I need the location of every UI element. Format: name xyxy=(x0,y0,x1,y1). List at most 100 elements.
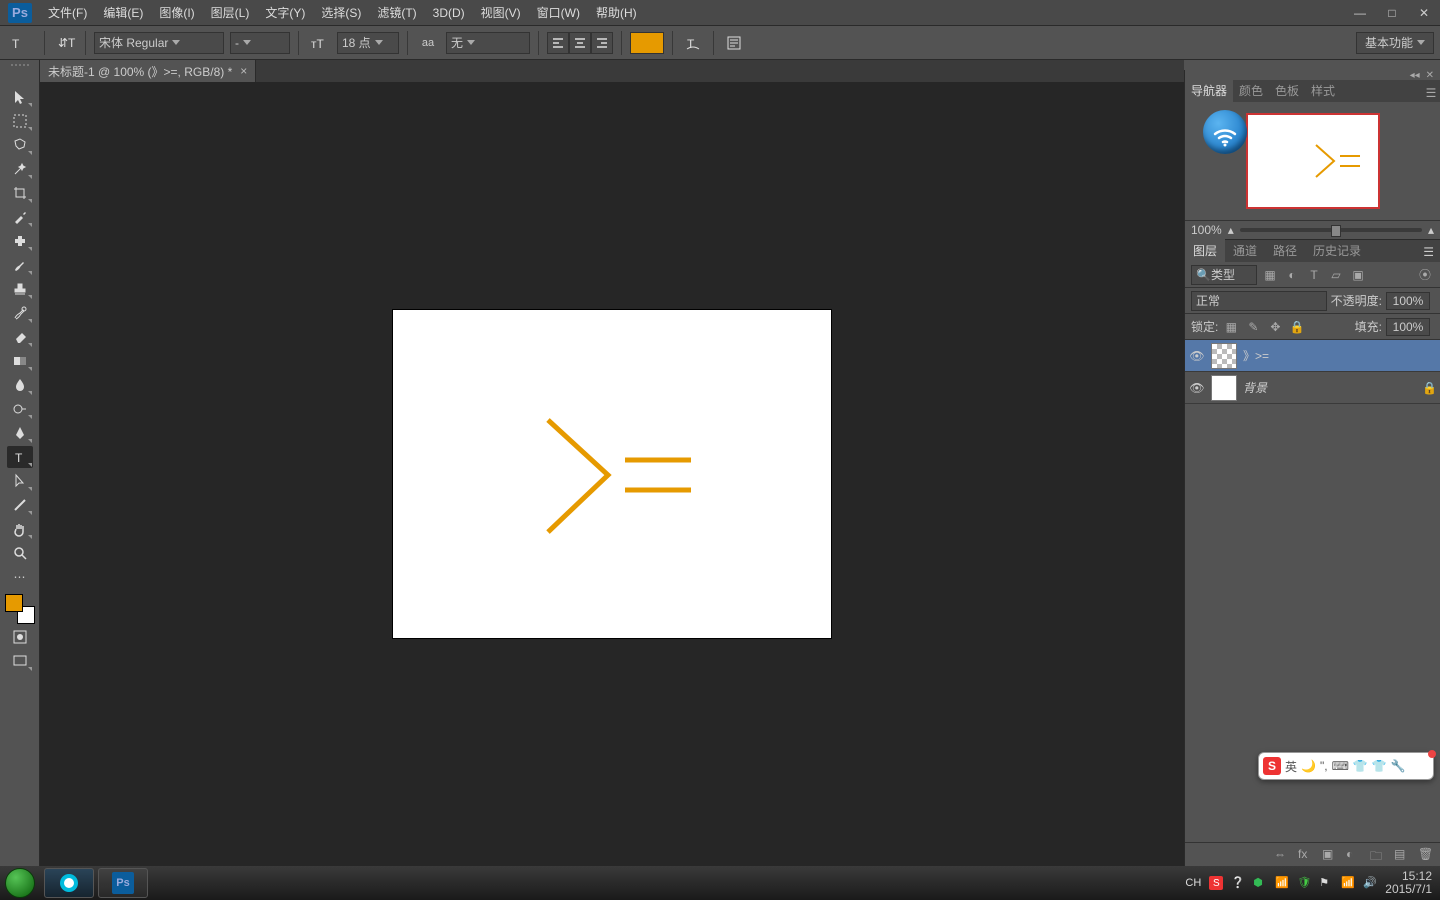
tab-paths[interactable]: 路径 xyxy=(1265,239,1305,262)
filter-adjust-icon[interactable]: ◐ xyxy=(1283,266,1301,284)
layer-item[interactable]: 👁 》>= xyxy=(1185,340,1440,372)
font-style-dropdown[interactable]: - xyxy=(230,32,290,54)
ime-logo-icon[interactable]: S xyxy=(1263,757,1281,775)
zoom-tool[interactable] xyxy=(7,542,33,564)
menu-window[interactable]: 窗口(W) xyxy=(529,0,588,26)
stamp-tool[interactable] xyxy=(7,278,33,300)
line-tool[interactable] xyxy=(7,494,33,516)
close-panel-icon[interactable]: ✕ xyxy=(1426,70,1434,81)
layer-filter-dropdown[interactable]: 🔍 类型 xyxy=(1191,265,1257,285)
navigator-preview[interactable] xyxy=(1185,102,1440,220)
lock-all-icon[interactable]: 🔒 xyxy=(1288,318,1306,336)
text-color-swatch[interactable] xyxy=(630,32,664,54)
more-tools-icon[interactable]: ⋯ xyxy=(7,566,33,588)
zoom-in-icon[interactable]: ▴ xyxy=(1428,223,1434,237)
ime-moon-icon[interactable]: 🌙 xyxy=(1301,759,1316,773)
layer-group-icon[interactable]: 🗀 xyxy=(1370,847,1386,863)
ime-toolbar[interactable]: S 英 🌙 ", ⌨ 👕 👕 🔧 xyxy=(1258,752,1434,780)
hand-tool[interactable] xyxy=(7,518,33,540)
menu-file[interactable]: 文件(F) xyxy=(40,0,95,26)
type-tool-icon[interactable]: T xyxy=(6,31,30,55)
panel-grip-icon[interactable] xyxy=(0,60,39,70)
tray-lang[interactable]: CH xyxy=(1185,877,1201,889)
align-center-button[interactable] xyxy=(569,32,591,54)
filter-type-icon[interactable]: T xyxy=(1305,266,1323,284)
foreground-color-swatch[interactable] xyxy=(5,594,23,612)
marquee-tool[interactable] xyxy=(7,110,33,132)
tab-styles[interactable]: 样式 xyxy=(1305,78,1341,102)
gradient-tool[interactable] xyxy=(7,350,33,372)
lasso-tool[interactable] xyxy=(7,134,33,156)
navigator-zoom-slider[interactable] xyxy=(1240,228,1422,232)
ime-person-icon[interactable]: 👕 xyxy=(1353,759,1368,773)
menu-3d[interactable]: 3D(D) xyxy=(425,0,473,26)
pen-tool[interactable] xyxy=(7,422,33,444)
brush-tool[interactable] xyxy=(7,254,33,276)
eyedropper-tool[interactable] xyxy=(7,206,33,228)
layer-thumbnail[interactable] xyxy=(1211,375,1237,401)
font-size-dropdown[interactable]: 18 点 xyxy=(337,32,399,54)
menu-select[interactable]: 选择(S) xyxy=(313,0,369,26)
navigator-thumb[interactable] xyxy=(1246,113,1380,209)
align-left-button[interactable] xyxy=(547,32,569,54)
tray-wifi-icon[interactable]: 📶 xyxy=(1275,876,1289,890)
type-tool[interactable]: T xyxy=(7,446,33,468)
tab-channels[interactable]: 通道 xyxy=(1225,239,1265,262)
new-layer-icon[interactable]: ▤ xyxy=(1394,847,1410,863)
panel-menu-icon[interactable]: ☰ xyxy=(1422,84,1440,102)
link-layers-icon[interactable]: ⇔ xyxy=(1274,847,1290,863)
tray-network-icon[interactable]: 📶 xyxy=(1341,876,1355,890)
layer-mask-icon[interactable]: ▣ xyxy=(1322,847,1338,863)
eraser-tool[interactable] xyxy=(7,326,33,348)
delete-layer-icon[interactable]: 🗑 xyxy=(1418,847,1434,863)
menu-filter[interactable]: 滤镜(T) xyxy=(369,0,424,26)
magic-wand-tool[interactable] xyxy=(7,158,33,180)
font-family-dropdown[interactable]: 宋体 Regular xyxy=(94,32,224,54)
filter-shape-icon[interactable]: ▱ xyxy=(1327,266,1345,284)
layer-name[interactable]: 背景 xyxy=(1243,379,1267,396)
color-swatches[interactable] xyxy=(5,594,35,624)
zoom-out-icon[interactable]: ▴ xyxy=(1228,223,1234,237)
layer-fx-icon[interactable]: fx xyxy=(1298,847,1314,863)
tray-s-icon[interactable]: S xyxy=(1209,876,1223,890)
history-brush-tool[interactable] xyxy=(7,302,33,324)
filter-pixel-icon[interactable]: ▦ xyxy=(1261,266,1279,284)
filter-toggle-icon[interactable]: ⦿ xyxy=(1416,266,1434,284)
document-tab[interactable]: 未标题-1 @ 100% (》>=, RGB/8) * × xyxy=(40,60,256,82)
tray-clock[interactable]: 15:12 2015/7/1 xyxy=(1385,870,1432,896)
filter-smart-icon[interactable]: ▣ xyxy=(1349,266,1367,284)
menu-help[interactable]: 帮助(H) xyxy=(588,0,645,26)
ime-skin-icon[interactable]: 👕 xyxy=(1372,759,1387,773)
taskbar-photoshop-button[interactable]: Ps xyxy=(98,868,148,898)
ime-mode[interactable]: 英 xyxy=(1285,758,1297,775)
maximize-button[interactable]: □ xyxy=(1376,3,1408,23)
workspace-dropdown[interactable]: 基本功能 xyxy=(1356,32,1434,54)
ime-wrench-icon[interactable]: 🔧 xyxy=(1391,759,1406,773)
visibility-icon[interactable]: 👁 xyxy=(1189,348,1205,364)
lock-position-icon[interactable]: ✥ xyxy=(1266,318,1284,336)
blur-tool[interactable] xyxy=(7,374,33,396)
tab-history[interactable]: 历史记录 xyxy=(1305,239,1369,262)
ime-comma-icon[interactable]: ", xyxy=(1320,759,1328,773)
screen-mode-tool[interactable] xyxy=(7,650,33,672)
warp-text-icon[interactable]: T xyxy=(681,31,705,55)
layer-thumbnail[interactable] xyxy=(1211,343,1237,369)
opacity-input[interactable]: 100% xyxy=(1386,292,1430,310)
menu-type[interactable]: 文字(Y) xyxy=(257,0,313,26)
layers-panel-menu-icon[interactable]: ☰ xyxy=(1417,242,1440,262)
tray-shield-icon[interactable]: ⬢ xyxy=(1253,876,1267,890)
character-panel-icon[interactable] xyxy=(722,31,746,55)
adjustment-layer-icon[interactable]: ◐ xyxy=(1346,847,1362,863)
menu-image[interactable]: 图像(I) xyxy=(151,0,202,26)
ime-keyboard-icon[interactable]: ⌨ xyxy=(1332,759,1349,773)
close-button[interactable]: ✕ xyxy=(1408,3,1440,23)
menu-view[interactable]: 视图(V) xyxy=(473,0,529,26)
path-selection-tool[interactable] xyxy=(7,470,33,492)
layer-name[interactable]: 》>= xyxy=(1243,347,1269,364)
menu-edit[interactable]: 编辑(E) xyxy=(95,0,151,26)
minimize-button[interactable]: — xyxy=(1344,3,1376,23)
canvas[interactable] xyxy=(393,310,831,638)
lock-pixels-icon[interactable]: ✎ xyxy=(1244,318,1262,336)
taskbar-browser-button[interactable] xyxy=(44,868,94,898)
menu-layer[interactable]: 图层(L) xyxy=(203,0,258,26)
